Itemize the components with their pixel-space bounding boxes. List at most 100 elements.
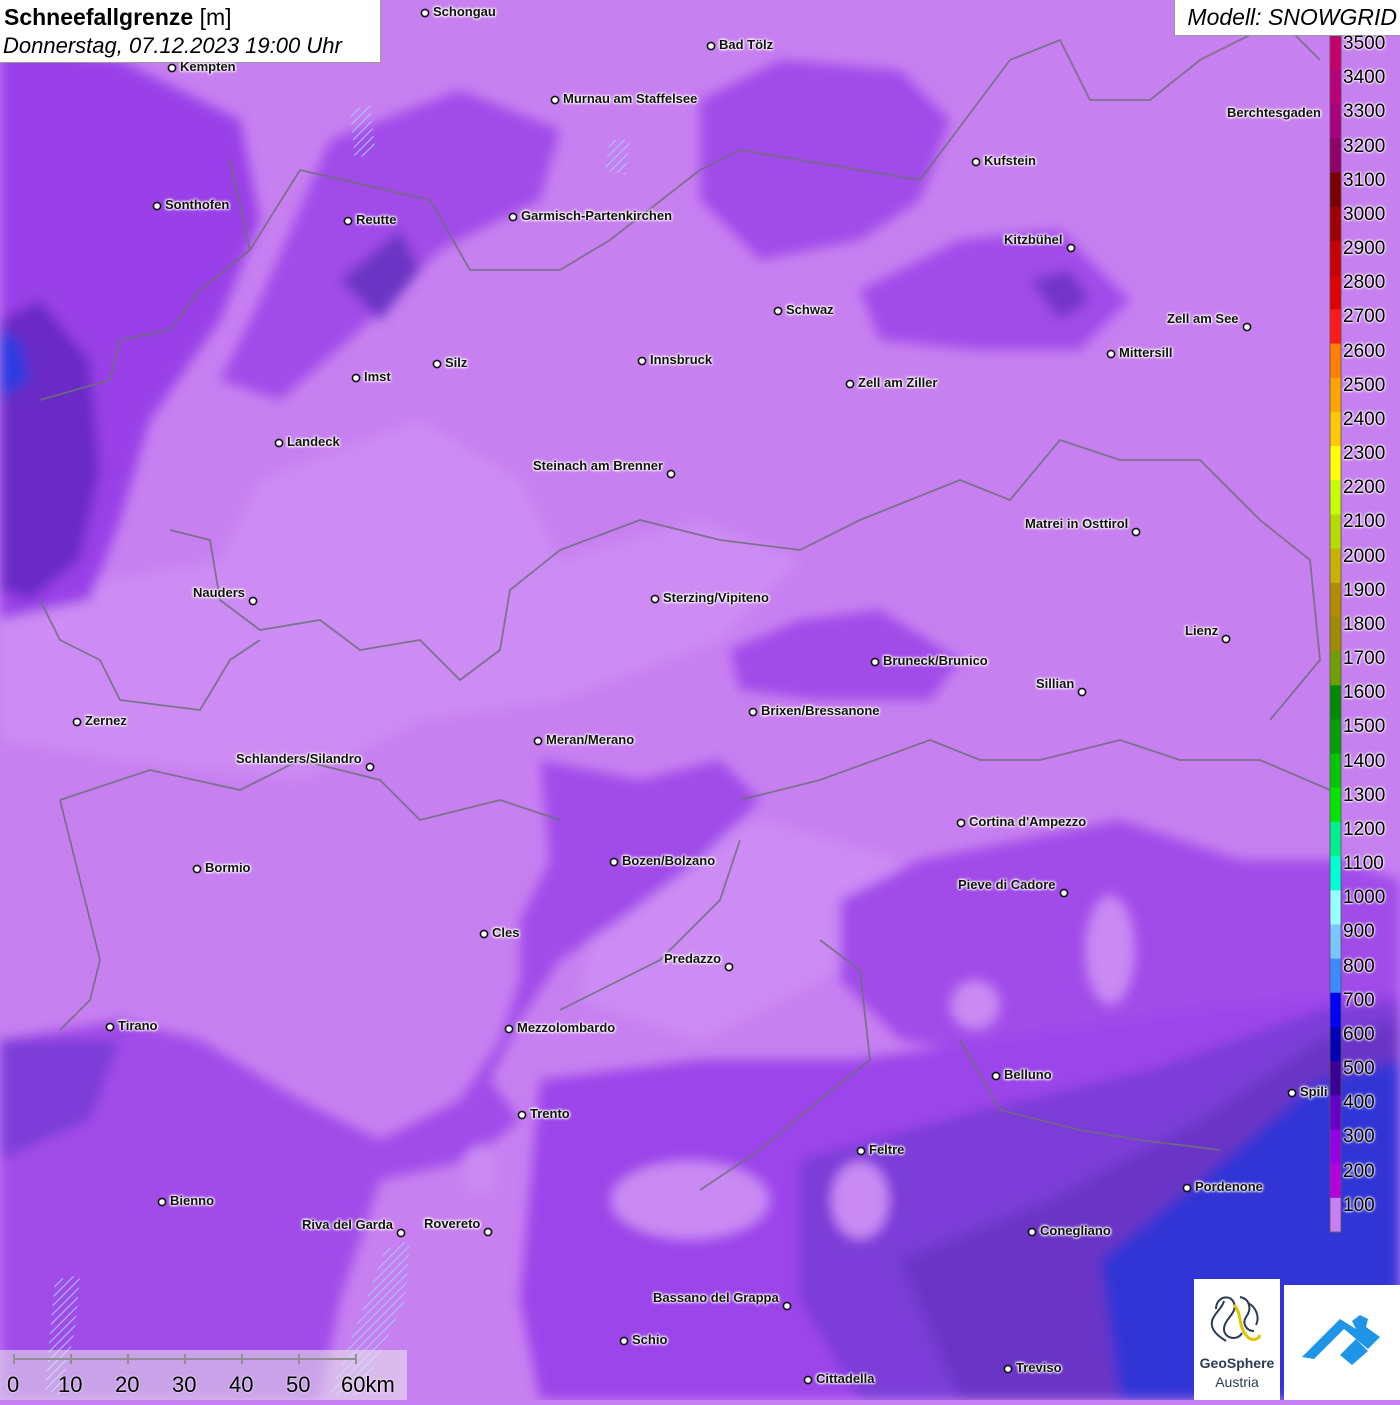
title-unit: [m] [199, 4, 232, 30]
legend-label-600: 600 [1343, 1023, 1375, 1045]
city-label-matrei-in-osttirol: Matrei in Osttirol [1025, 516, 1129, 531]
geosphere-country: Austria [1215, 1374, 1259, 1390]
legend-label-1900: 1900 [1343, 579, 1386, 601]
city-marker-zell-am-see [1242, 322, 1252, 332]
legend-swatch-400 [1330, 1095, 1341, 1130]
city-marker-pordenone [1182, 1183, 1192, 1193]
city-marker-imst [351, 373, 361, 383]
legend-label-1500: 1500 [1343, 716, 1386, 738]
city-marker-mezzolombardo [504, 1024, 514, 1034]
legend-label-1100: 1100 [1343, 853, 1384, 875]
city-label-treviso: Treviso [1016, 1360, 1062, 1375]
legend-swatch-3400 [1330, 70, 1341, 105]
city-marker-spili [1287, 1088, 1297, 1098]
city-label-schio: Schio [632, 1332, 668, 1347]
scale-tick-30: 30 [172, 1372, 197, 1397]
city-label-bad-t-lz: Bad Tölz [719, 37, 774, 52]
legend-swatch-600 [1330, 1026, 1341, 1062]
legend-swatch-1400 [1330, 753, 1341, 789]
city-label-garmisch-partenkirchen: Garmisch-Partenkirchen [521, 208, 673, 223]
city-marker-cittadella [803, 1375, 813, 1385]
legend-swatch-700 [1330, 992, 1341, 1028]
city-marker-brixen-bressanone [748, 707, 758, 717]
legend-label-2300: 2300 [1343, 443, 1386, 465]
city-marker-schongau [420, 8, 430, 18]
scale-tick-40: 40 [229, 1372, 254, 1397]
city-label-silz: Silz [445, 355, 468, 370]
legend-label-500: 500 [1343, 1058, 1375, 1080]
legend-label-2700: 2700 [1343, 306, 1386, 328]
legend-label-1300: 1300 [1343, 784, 1386, 806]
legend-swatch-100 [1330, 1197, 1341, 1233]
legend-label-1700: 1700 [1343, 648, 1386, 670]
city-label-berchtesgaden: Berchtesgaden [1227, 105, 1321, 120]
city-label-zell-am-see: Zell am See [1167, 311, 1239, 326]
city-marker-zell-am-ziller [845, 379, 855, 389]
model-label: Modell: SNOWGRID [1187, 4, 1397, 30]
city-label-bormio: Bormio [205, 860, 251, 875]
legend-label-3000: 3000 [1343, 203, 1386, 225]
legend-label-3500: 3500 [1343, 33, 1386, 54]
city-marker-meran-merano [533, 736, 543, 746]
city-label-sonthofen: Sonthofen [165, 197, 230, 212]
legend-label-3100: 3100 [1343, 169, 1386, 191]
legend-swatch-2300 [1330, 446, 1341, 481]
legend-label-2400: 2400 [1343, 408, 1386, 430]
city-marker-sterzing-vipiteno [650, 594, 660, 604]
title-box: Schneefallgrenze [m] Donnerstag, 07.12.2… [0, 0, 381, 63]
legend-label-100: 100 [1343, 1194, 1375, 1216]
city-marker-kitzb-hel [1066, 243, 1076, 253]
model-box: Modell: SNOWGRID [1174, 0, 1400, 36]
city-marker-innsbruck [637, 356, 647, 366]
legend-swatch-1600 [1330, 685, 1341, 720]
city-marker-bozen-bolzano [609, 857, 619, 867]
city-marker-mittersill [1106, 349, 1116, 359]
city-label-imst: Imst [364, 369, 391, 384]
city-label-steinach-am-brenner: Steinach am Brenner [533, 458, 664, 473]
scale-tick-50: 50 [286, 1372, 311, 1397]
city-marker-matrei-in-osttirol [1131, 527, 1141, 537]
legend-label-800: 800 [1343, 955, 1375, 977]
city-label-mezzolombardo: Mezzolombardo [517, 1020, 616, 1035]
city-marker-garmisch-partenkirchen [508, 212, 518, 222]
legend-swatch-3200 [1330, 138, 1341, 174]
legend-swatch-1900 [1330, 582, 1341, 618]
legend-label-1000: 1000 [1343, 887, 1386, 909]
title-text: Schneefallgrenze [4, 4, 194, 30]
snow-app-logo[interactable] [1284, 1285, 1400, 1400]
legend-label-2100: 2100 [1343, 511, 1386, 533]
city-label-landeck: Landeck [287, 434, 340, 449]
legend-label-1600: 1600 [1343, 682, 1386, 704]
city-marker-conegliano [1027, 1227, 1037, 1237]
scale-tick-10: 10 [58, 1372, 83, 1397]
legend-label-2800: 2800 [1343, 272, 1386, 294]
legend-label-3300: 3300 [1343, 101, 1386, 123]
legend-swatch-1700 [1330, 651, 1341, 686]
city-label-lienz: Lienz [1185, 623, 1219, 638]
legend-swatch-2400 [1330, 411, 1341, 447]
city-label-conegliano: Conegliano [1040, 1223, 1111, 1238]
city-marker-bormio [192, 864, 202, 874]
legend-colorbar [1329, 35, 1342, 1233]
legend-swatch-2200 [1330, 480, 1341, 515]
city-marker-treviso [1003, 1364, 1013, 1374]
city-label-sterzing-vipiteno: Sterzing/Vipiteno [663, 590, 769, 605]
city-label-reutte: Reutte [356, 212, 397, 227]
legend-swatch-2900 [1330, 241, 1341, 276]
geosphere-logo[interactable]: GeoSphere Austria [1194, 1279, 1280, 1400]
city-label-cittadella: Cittadella [816, 1371, 875, 1386]
city-marker-murnau-am-staffelsee [550, 95, 560, 105]
legend-swatch-2700 [1330, 309, 1341, 345]
city-label-spili: Spili [1300, 1084, 1328, 1099]
city-marker-bassano-del-grappa [782, 1301, 792, 1311]
legend-swatch-3300 [1330, 104, 1341, 140]
city-marker-bienno [157, 1197, 167, 1207]
geosphere-emblem-icon [1210, 1296, 1262, 1342]
legend-label-200: 200 [1343, 1160, 1375, 1182]
city-marker-reutte [343, 216, 353, 226]
city-label-feltre: Feltre [869, 1142, 905, 1157]
legend-label-3400: 3400 [1343, 67, 1386, 89]
legend-swatch-1300 [1330, 787, 1341, 823]
city-label-schongau: Schongau [433, 4, 496, 19]
legend-label-1200: 1200 [1343, 818, 1386, 840]
